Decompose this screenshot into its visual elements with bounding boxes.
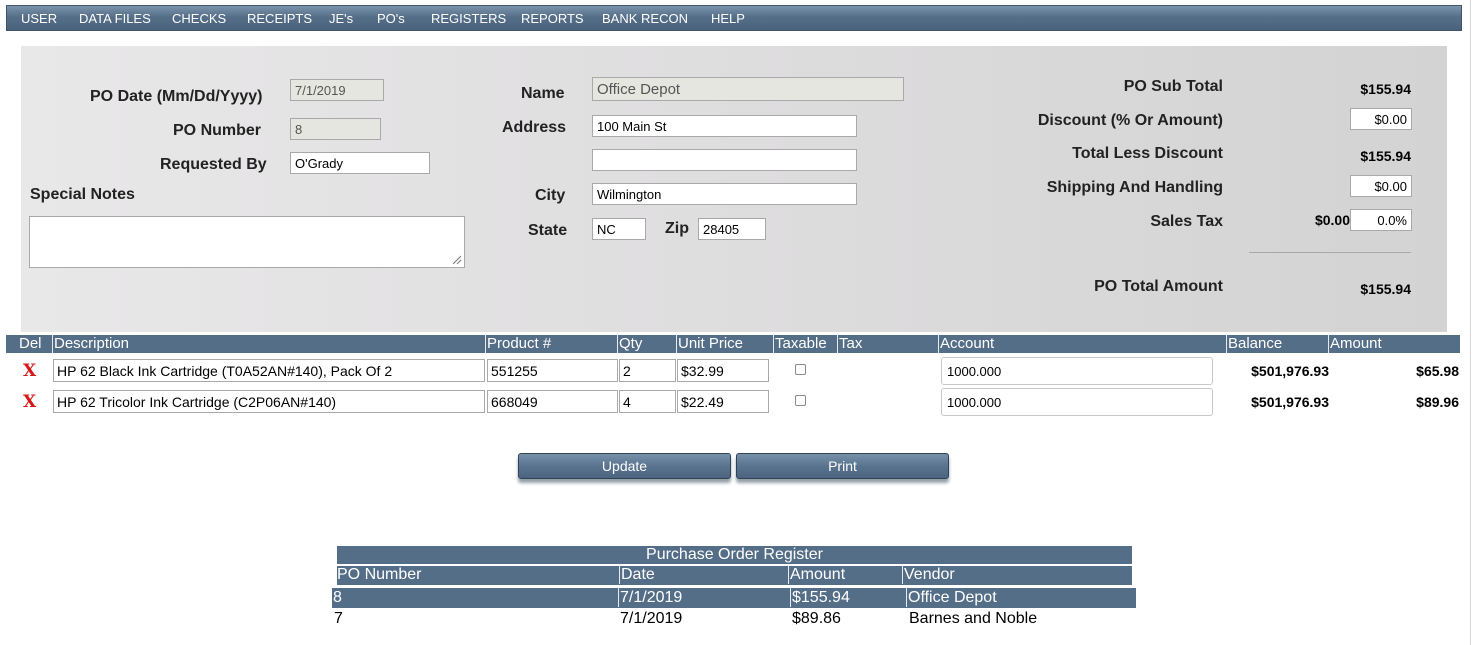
row-description-input[interactable] xyxy=(53,359,485,382)
col-tax: Tax xyxy=(837,335,863,353)
register-cell-vendor: Office Depot xyxy=(906,588,997,607)
row-amount: $89.96 xyxy=(1416,394,1459,410)
resize-grip-icon[interactable] xyxy=(452,255,462,265)
total-less-discount-label: Total Less Discount xyxy=(1072,145,1223,162)
row-product-input[interactable] xyxy=(487,390,618,413)
update-button[interactable]: Update xyxy=(518,453,731,479)
state-input[interactable] xyxy=(592,218,646,240)
register-row[interactable]: 7 7/1/2019 $89.86 Barnes and Noble xyxy=(332,610,1136,630)
row-taxable-checkbox[interactable] xyxy=(795,364,806,375)
sub-total-value: $155.94 xyxy=(1360,81,1411,97)
po-number-label: PO Number xyxy=(173,122,262,139)
register-cell-po-number: 8 xyxy=(333,589,342,606)
po-date-label: PO Date (Mm/Dd/Yyyy) xyxy=(90,88,263,105)
po-total-value: $155.94 xyxy=(1360,281,1411,297)
menu-bank-recon[interactable]: BANK RECON xyxy=(602,11,688,26)
requested-by-input[interactable] xyxy=(290,152,430,174)
row-balance: $501,976.93 xyxy=(1251,394,1329,410)
menu-help[interactable]: HELP xyxy=(711,11,745,26)
row-product-input[interactable] xyxy=(487,359,618,382)
po-number-input[interactable] xyxy=(290,118,381,140)
row-description-input[interactable] xyxy=(53,390,485,413)
menu-receipts[interactable]: RECEIPTS xyxy=(247,11,312,26)
menu-reports[interactable]: REPORTS xyxy=(521,11,584,26)
shipping-label: Shipping And Handling xyxy=(1046,179,1223,196)
line-items-header: Del Description Product # Qty Unit Price… xyxy=(6,335,1460,353)
col-balance: Balance xyxy=(1226,335,1283,353)
sales-tax-amount: $0.00 xyxy=(1314,212,1350,228)
sales-tax-rate-input[interactable] xyxy=(1350,209,1412,231)
register-cell-date: 7/1/2019 xyxy=(618,588,683,607)
register-title: Purchase Order Register xyxy=(337,546,1132,564)
sub-total-label: PO Sub Total xyxy=(1123,78,1223,95)
col-taxable: Taxable xyxy=(773,335,827,353)
po-total-label: PO Total Amount xyxy=(1094,278,1223,295)
special-notes-textarea[interactable] xyxy=(29,216,465,268)
menu-pos[interactable]: PO's xyxy=(377,11,405,26)
discount-input[interactable] xyxy=(1350,108,1412,130)
state-label: State xyxy=(528,222,568,239)
menu-jes[interactable]: JE's xyxy=(329,11,353,26)
register-cell-amount: $155.94 xyxy=(790,588,850,607)
discount-label: Discount (% Or Amount) xyxy=(1037,112,1223,129)
register-row-selected[interactable]: 8 7/1/2019 $155.94 Office Depot xyxy=(332,588,1136,608)
col-qty: Qty xyxy=(617,335,643,353)
row-taxable-checkbox[interactable] xyxy=(795,395,806,406)
row-qty-input[interactable] xyxy=(619,359,676,382)
row-qty-input[interactable] xyxy=(619,390,676,413)
row-unit-price-input[interactable] xyxy=(677,359,769,382)
requested-by-label: Requested By xyxy=(160,156,267,173)
col-product: Product # xyxy=(485,335,552,353)
print-button[interactable]: Print xyxy=(736,453,949,479)
city-label: City xyxy=(535,187,566,204)
register-col-date: Date xyxy=(619,566,655,584)
menu-user[interactable]: USER xyxy=(21,11,57,26)
register-cell-amount: $89.86 xyxy=(792,610,841,627)
row-account-input[interactable] xyxy=(941,357,1213,385)
total-less-discount-value: $155.94 xyxy=(1360,148,1411,164)
vendor-name-input[interactable] xyxy=(592,77,904,101)
vendor-name-label: Name xyxy=(521,85,565,102)
row-unit-price-input[interactable] xyxy=(677,390,769,413)
sales-tax-label: Sales Tax xyxy=(1150,213,1223,230)
shipping-input[interactable] xyxy=(1350,175,1412,197)
col-account: Account xyxy=(938,335,995,353)
menu-data-files[interactable]: DATA FILES xyxy=(79,11,151,26)
register-header-row: PO Number Date Amount Vendor xyxy=(337,566,1132,585)
row-balance: $501,976.93 xyxy=(1251,363,1329,379)
address-line1-input[interactable] xyxy=(592,115,857,137)
register-col-amount: Amount xyxy=(788,566,846,584)
col-description: Description xyxy=(52,335,130,353)
special-notes-label: Special Notes xyxy=(30,186,135,203)
register-cell-vendor: Barnes and Noble xyxy=(909,610,1038,627)
menu-registers[interactable]: REGISTERS xyxy=(431,11,506,26)
zip-label: Zip xyxy=(665,220,689,237)
register-cell-date: 7/1/2019 xyxy=(620,610,683,627)
address-label: Address xyxy=(502,119,567,136)
address-line2-input[interactable] xyxy=(592,149,857,171)
zip-input[interactable] xyxy=(698,218,766,240)
register-col-vendor: Vendor xyxy=(902,566,955,584)
register-col-po-number: PO Number xyxy=(337,566,422,583)
totals-divider xyxy=(1249,252,1411,253)
col-unit-price: Unit Price xyxy=(676,335,744,353)
col-del: Del xyxy=(19,335,42,352)
delete-row-icon[interactable]: X xyxy=(23,392,36,412)
po-date-input[interactable] xyxy=(290,79,384,101)
menu-checks[interactable]: CHECKS xyxy=(172,11,226,26)
delete-row-icon[interactable]: X xyxy=(23,361,36,381)
city-input[interactable] xyxy=(592,183,857,205)
page-scroll-edge xyxy=(1470,0,1471,645)
top-menu-bar: USER DATA FILES CHECKS RECEIPTS JE's PO'… xyxy=(6,5,1462,31)
col-amount: Amount xyxy=(1328,335,1382,353)
register-cell-po-number: 7 xyxy=(334,610,343,627)
row-amount: $65.98 xyxy=(1416,363,1459,379)
row-account-input[interactable] xyxy=(941,388,1213,416)
